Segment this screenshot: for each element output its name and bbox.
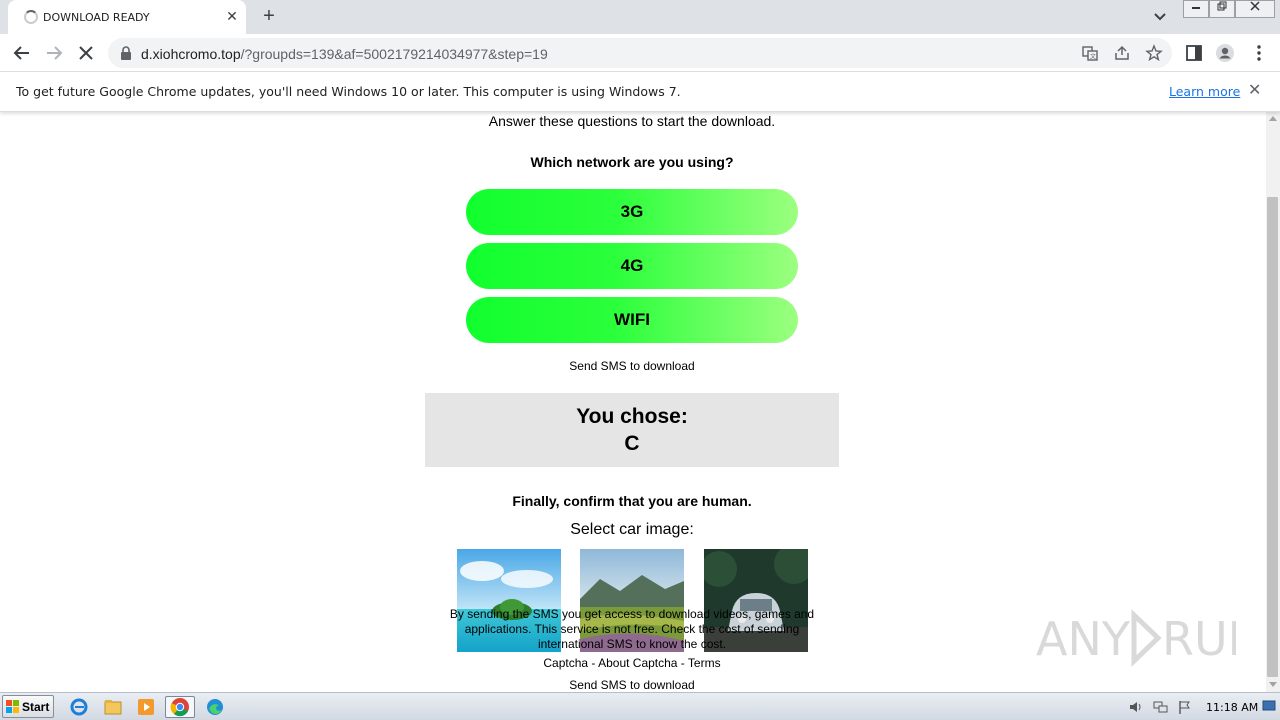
option-3g-button[interactable]: 3G [466,189,798,235]
scroll-down-arrow-icon[interactable] [1269,682,1277,687]
show-desktop-icon[interactable] [1262,699,1276,713]
scroll-up-arrow-icon[interactable] [1269,116,1277,121]
choice-box: You chose: C [425,393,839,467]
volume-icon[interactable] [1128,699,1144,715]
intro-text: Answer these questions to start the down… [488,113,776,129]
profile-avatar-icon[interactable] [1215,43,1235,63]
start-button[interactable]: Start [2,695,54,718]
windows-taskbar: Start 11:18 AM [0,692,1280,720]
url-path: /?groupds=139&af=5002179214034977&step=1… [240,46,548,62]
infobar-close-icon[interactable]: ✕ [1248,83,1264,99]
minimize-button[interactable] [1183,0,1209,18]
close-window-button[interactable] [1235,0,1275,18]
tab-strip: DOWNLOAD READY ✕ + [0,0,1280,34]
side-panel-icon[interactable] [1184,43,1204,63]
taskbar-clock[interactable]: 11:18 AM [1206,701,1258,714]
tab-search-chevron-icon[interactable] [1151,8,1169,26]
network-icon[interactable] [1153,699,1169,715]
lock-icon[interactable] [120,46,132,60]
restore-icon [1217,1,1227,11]
close-icon [1250,1,1260,11]
share-icon[interactable] [1113,44,1131,62]
option-wifi-button[interactable]: WIFI [466,297,798,343]
stop-loading-icon[interactable] [74,41,98,65]
anyrun-watermark: ANY RUN [1036,609,1236,667]
select-car-prompt: Select car image: [570,521,694,538]
chose-value: C [624,432,640,455]
windows-logo-icon [6,700,19,713]
svg-text:文: 文 [1090,53,1096,61]
restore-button[interactable] [1209,0,1235,18]
minimize-icon [1192,7,1200,9]
send-sms-text-top: Send SMS to download [569,359,695,373]
file-explorer-icon[interactable] [102,696,124,718]
browser-tab[interactable]: DOWNLOAD READY ✕ [8,0,246,34]
chrome-icon [170,698,189,717]
chrome-taskbar-button[interactable] [165,696,195,718]
start-label: Start [22,700,50,714]
action-center-flag-icon[interactable] [1177,699,1193,715]
back-arrow-icon[interactable] [10,41,34,65]
svg-text:RUN: RUN [1162,612,1236,666]
scroll-thumb[interactable] [1267,197,1278,677]
sms-disclaimer: By sending the SMS you get access to dow… [449,607,815,651]
url-host: d.xiohcromo.top [141,46,241,62]
loading-spinner-icon [24,10,38,24]
internet-explorer-icon[interactable] [68,696,90,718]
question-heading: Which network are you using? [530,154,734,170]
svg-text:ANY: ANY [1036,612,1131,666]
media-player-icon[interactable] [135,696,157,718]
update-infobar: To get future Google Chrome updates, you… [0,72,1280,112]
forward-arrow-icon[interactable] [42,41,66,65]
browser-toolbar: d.xiohcromo.top/?groupds=139&af=50021792… [0,34,1280,72]
chose-label: You chose: [576,405,688,428]
confirm-heading: Finally, confirm that you are human. [512,493,752,509]
send-sms-text-bottom: Send SMS to download [569,678,695,692]
new-tab-button[interactable]: + [258,5,280,27]
translate-icon[interactable]: 文 [1081,44,1099,62]
infobar-message: To get future Google Chrome updates, you… [16,84,681,99]
tab-close-icon[interactable]: ✕ [224,8,240,24]
edge-icon[interactable] [204,696,226,718]
url-text[interactable]: d.xiohcromo.top/?groupds=139&af=50021792… [141,46,548,62]
option-4g-button[interactable]: 4G [466,243,798,289]
address-bar[interactable]: d.xiohcromo.top/?groupds=139&af=50021792… [108,38,1172,68]
learn-more-link[interactable]: Learn more [1169,84,1240,99]
tab-title: DOWNLOAD READY [43,11,150,24]
bookmark-star-icon[interactable] [1145,44,1163,62]
page-scrollbar[interactable] [1266,112,1280,692]
page-content: Answer these questions to start the down… [0,112,1266,692]
menu-kebab-icon[interactable] [1249,43,1269,63]
